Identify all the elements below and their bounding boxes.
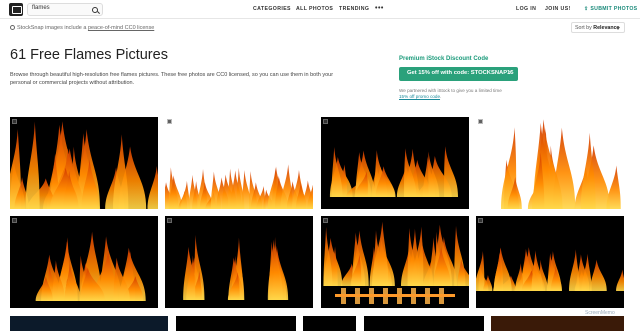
save-icon[interactable] xyxy=(323,119,328,124)
cc0-icon xyxy=(10,25,15,30)
save-icon[interactable] xyxy=(478,119,483,124)
flame-photo-image xyxy=(35,231,146,301)
login-link[interactable]: LOG IN xyxy=(516,6,536,12)
flame-photo-image xyxy=(165,164,313,209)
watermark-text: ScreenMemo xyxy=(585,310,615,316)
save-icon[interactable] xyxy=(12,119,17,124)
license-note: StockSnap images include a peace-of-mind… xyxy=(10,25,154,31)
photo-tile[interactable] xyxy=(364,316,484,331)
photo-tile[interactable] xyxy=(476,117,624,209)
sort-dropdown[interactable]: Sort by Relevance xyxy=(571,22,625,33)
promo-note-suffix: . xyxy=(440,94,442,99)
flame-photo-image xyxy=(476,247,624,291)
submit-photos-link[interactable]: ⇪ SUBMIT PHOTOS xyxy=(584,6,637,12)
photo-tile[interactable] xyxy=(491,316,624,331)
more-menu-icon[interactable]: ••• xyxy=(375,5,384,12)
photo-tile[interactable] xyxy=(176,316,296,331)
submit-photos-label: SUBMIT PHOTOS xyxy=(590,6,638,12)
chevron-right-icon: › xyxy=(509,70,511,76)
stocksnap-logo[interactable] xyxy=(9,3,23,16)
search-icon[interactable] xyxy=(92,7,98,13)
save-icon[interactable] xyxy=(167,218,172,223)
photo-tile[interactable] xyxy=(10,117,158,209)
save-icon[interactable] xyxy=(478,218,483,223)
top-navbar: flames CATEGORIES ALL PHOTOS TRENDING ••… xyxy=(0,0,640,19)
promo-note-link[interactable]: 15% off promo code xyxy=(399,94,440,99)
flame-photo-image xyxy=(501,119,621,209)
license-prefix: StockSnap images include a xyxy=(17,25,88,31)
photo-tile[interactable] xyxy=(476,216,624,308)
join-link[interactable]: JOIN US! xyxy=(545,6,571,12)
promo-note: We partnered with iStock to give you a l… xyxy=(399,88,509,100)
photo-tile[interactable] xyxy=(321,117,469,209)
photo-tile[interactable] xyxy=(321,216,469,308)
chevron-down-icon xyxy=(616,27,620,30)
promo-note-prefix: We partnered with iStock to give you a l… xyxy=(399,88,502,93)
photo-tile[interactable] xyxy=(10,316,168,331)
flame-photo-image xyxy=(323,221,469,304)
photo-tile[interactable] xyxy=(165,117,313,209)
nav-all-photos-link[interactable]: ALL PHOTOS xyxy=(296,6,333,12)
photo-tile[interactable] xyxy=(303,316,356,331)
sort-label: Sort by xyxy=(575,25,592,31)
page-title: 61 Free Flames Pictures xyxy=(10,47,168,63)
promo-title: Premium iStock Discount Code xyxy=(399,56,489,62)
search-value: flames xyxy=(32,5,50,11)
photo-tile[interactable] xyxy=(165,216,313,308)
nav-trending-link[interactable]: TRENDING xyxy=(339,6,369,12)
flame-photo-image xyxy=(183,234,289,300)
save-icon[interactable] xyxy=(12,218,17,223)
photo-tile[interactable] xyxy=(10,216,158,308)
promo-code-button[interactable]: Get 15% off with code: STOCKSNAP15 › xyxy=(399,67,518,81)
nav-categories-link[interactable]: CATEGORIES xyxy=(253,6,291,12)
save-icon[interactable] xyxy=(167,119,172,124)
save-icon[interactable] xyxy=(323,218,328,223)
page-description: Browse through beautiful high-resolution… xyxy=(10,72,334,86)
search-input[interactable]: flames xyxy=(27,3,103,16)
promo-button-label: Get 15% off with code: STOCKSNAP15 xyxy=(407,70,514,76)
license-link[interactable]: peace-of-mind CC0 license xyxy=(88,25,154,31)
flame-photo-image xyxy=(10,121,158,209)
flame-photo-image xyxy=(329,146,459,197)
